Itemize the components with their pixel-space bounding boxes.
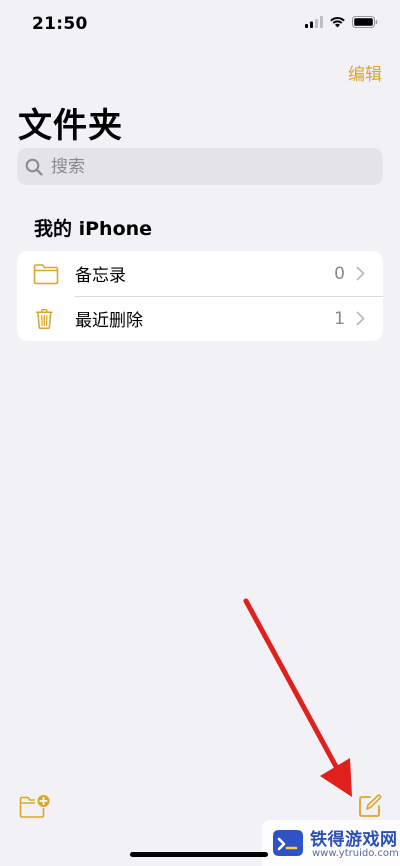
folder-row-notes[interactable]: 备忘录 0 [17, 251, 383, 296]
folder-list: 备忘录 0 最近删除 1 [17, 251, 383, 341]
chevron-right-icon [356, 266, 365, 281]
new-folder-icon[interactable] [19, 794, 51, 820]
edit-button[interactable]: 编辑 [348, 60, 382, 85]
trash-icon [35, 309, 53, 330]
search-bar[interactable] [17, 148, 383, 185]
watermark-url: www.ytruido.com [312, 848, 399, 859]
home-indicator [130, 852, 268, 857]
folder-count: 1 [334, 308, 345, 329]
folder-label: 最近删除 [75, 311, 143, 331]
section-header: 我的 iPhone [34, 218, 153, 240]
wifi-icon [330, 17, 345, 28]
folder-count: 0 [334, 263, 345, 284]
search-input[interactable] [49, 155, 353, 178]
watermark-title: 铁得游戏网 [310, 830, 398, 850]
status-icons [305, 16, 378, 28]
status-bar: 21:50 [0, 0, 400, 48]
cellular-signal-icon [305, 16, 323, 28]
compose-icon[interactable] [358, 794, 382, 818]
chevron-right-icon [356, 311, 365, 326]
folder-row-recently-deleted[interactable]: 最近删除 1 [17, 296, 383, 341]
status-time: 21:50 [32, 14, 88, 34]
folder-label: 备忘录 [75, 266, 126, 286]
battery-icon [352, 16, 378, 28]
watermark: 铁得游戏网 www.ytruido.com [262, 820, 400, 866]
page-title: 文件夹 [18, 106, 123, 146]
watermark-logo [273, 830, 303, 856]
magnifying-glass-icon [25, 158, 43, 176]
folder-icon [33, 264, 59, 285]
